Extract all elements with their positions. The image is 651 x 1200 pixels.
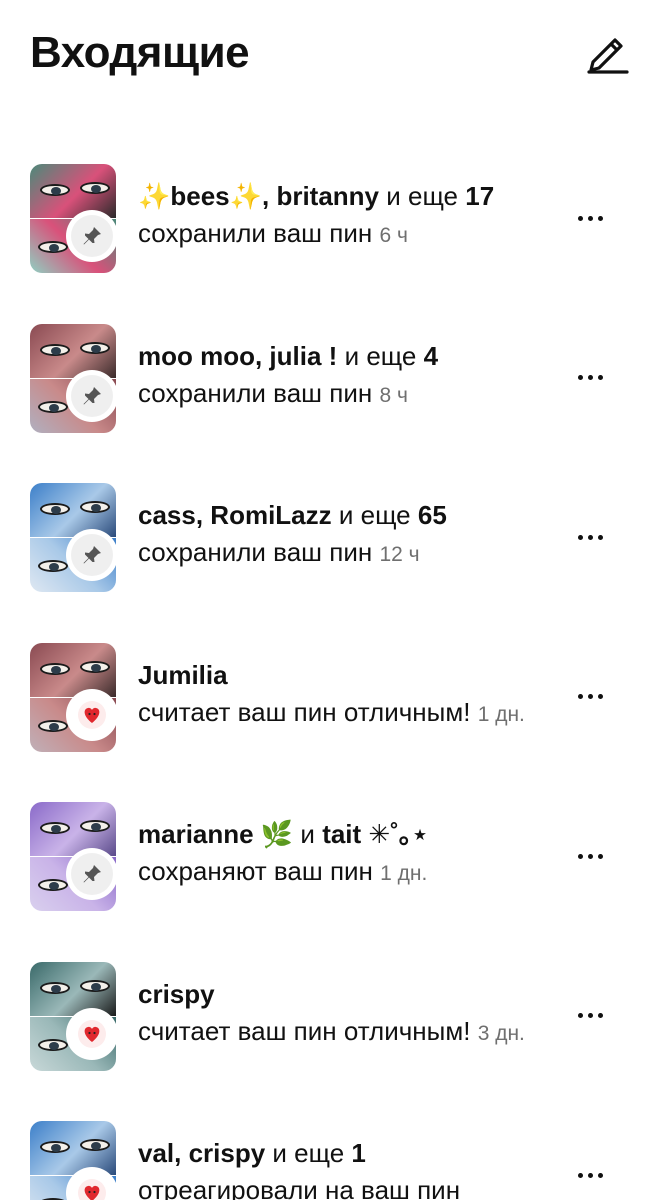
more-icon-dot: [587, 215, 593, 221]
badge: [66, 210, 118, 262]
more-options-button[interactable]: [566, 1157, 614, 1193]
timestamp: 6 ч: [379, 224, 408, 247]
notification-item[interactable]: moo moo, julia ! и еще 4 сохранили ваш п…: [0, 310, 651, 440]
more-icon-dot: [577, 694, 583, 699]
heart-icon: [78, 700, 106, 729]
action-text: отреагировали на ваш пин: [138, 1175, 461, 1200]
joiner-text: и еще: [265, 1138, 352, 1168]
more-options-button[interactable]: [566, 519, 614, 555]
timestamp: 3 дн.: [477, 1021, 525, 1045]
joiner-text: и еще: [337, 340, 424, 371]
badge: [66, 529, 118, 581]
actor-names: cass, RomiLazz: [138, 500, 332, 530]
more-icon-dot: [577, 1013, 583, 1018]
more-icon-dot: [597, 215, 603, 221]
notification-item[interactable]: ✨bees✨, britanny и еще 17 сохранили ваш …: [0, 150, 651, 280]
notification-item[interactable]: crispy считает ваш пин отличным! 3 дн.: [0, 948, 651, 1078]
notification-item[interactable]: Jumilia считает ваш пин отличным! 1 дн.: [0, 629, 651, 759]
pin-icon: [83, 865, 101, 883]
action-text: сохранили ваш пин: [138, 377, 373, 408]
more-options-button[interactable]: [566, 998, 614, 1034]
more-options-button[interactable]: [566, 838, 614, 874]
notification-text: val, crispy и еще 1 отреагировали на ваш…: [138, 1135, 558, 1200]
more-icon-dot: [597, 1172, 603, 1178]
notification-text: marianne 🌿 и tait ✳︎˚｡⋆ сохраняют ваш пи…: [138, 816, 558, 892]
heart-icon: [78, 1179, 106, 1200]
action-text: считает ваш пин отличным!: [138, 696, 471, 727]
inbox-header: Входящие: [0, 0, 651, 110]
others-count: 4: [423, 340, 439, 371]
actor-names: crispy: [138, 978, 215, 1009]
more-icon-dot: [587, 853, 593, 859]
action-text: сохранили ваш пин: [138, 537, 373, 567]
notification-item[interactable]: val, crispy и еще 1 отреагировали на ваш…: [0, 1107, 651, 1200]
more-icon-dot: [597, 853, 603, 859]
more-icon-dot: [577, 375, 583, 380]
timestamp: 1 дн.: [477, 702, 525, 726]
action-text: считает ваш пин отличным!: [138, 1015, 471, 1046]
more-icon-dot: [597, 1013, 603, 1018]
others-count: 1: [351, 1138, 366, 1168]
more-icon-dot: [577, 215, 583, 221]
badge: [66, 1007, 118, 1060]
timestamp: 1 дн.: [380, 862, 428, 885]
notification-text: Jumilia считает ваш пин отличным! 1 дн.: [138, 657, 558, 733]
heart-icon: [78, 1019, 106, 1048]
pin-icon: [83, 546, 101, 564]
more-options-button[interactable]: [566, 360, 614, 396]
more-options-button[interactable]: [566, 679, 614, 715]
pencil-icon: [587, 38, 629, 74]
timestamp: 8 ч: [379, 383, 408, 407]
timestamp: 12 ч: [379, 543, 420, 566]
notification-text: cass, RomiLazz и еще 65 сохранили ваш пи…: [138, 497, 558, 573]
actor-names: Jumilia: [138, 659, 228, 690]
compose-button[interactable]: [582, 30, 632, 76]
action-text: сохранили ваш пин: [138, 218, 373, 248]
more-options-button[interactable]: [566, 200, 614, 236]
notification-item[interactable]: cass, RomiLazz и еще 65 сохранили ваш пи…: [0, 469, 651, 599]
actor-names: ✨bees✨, britanny: [138, 181, 380, 211]
notification-item[interactable]: marianne 🌿 и tait ✳︎˚｡⋆ сохраняют ваш пи…: [0, 788, 651, 918]
more-icon-dot: [577, 853, 583, 859]
more-icon-dot: [597, 534, 603, 540]
badge: [66, 688, 118, 741]
page-title: Входящие: [30, 28, 250, 77]
others-count: 65: [417, 500, 447, 530]
actor-names: val, crispy: [138, 1138, 266, 1168]
pin-icon: [83, 227, 101, 245]
more-icon-dot: [587, 375, 593, 380]
pin-icon: [83, 386, 101, 404]
more-icon-dot: [577, 534, 583, 540]
others-count: 17: [465, 181, 495, 211]
joiner-text: и еще: [379, 181, 466, 211]
notification-text: moo moo, julia ! и еще 4 сохранили ваш п…: [138, 338, 558, 414]
more-icon-dot: [577, 1172, 583, 1178]
badge: [66, 369, 118, 422]
more-icon-dot: [587, 534, 593, 540]
joiner-text: и еще: [331, 500, 418, 530]
others-count: tait ✳︎˚｡⋆: [322, 819, 429, 849]
notification-text: ✨bees✨, britanny и еще 17 сохранили ваш …: [138, 178, 558, 254]
joiner-text: и: [293, 819, 323, 849]
more-icon-dot: [597, 694, 603, 699]
actor-names: marianne 🌿: [138, 819, 294, 849]
badge: [66, 848, 118, 900]
notification-text: crispy считает ваш пин отличным! 3 дн.: [138, 976, 558, 1052]
more-icon-dot: [587, 1172, 593, 1178]
actor-names: moo moo, julia !: [138, 340, 338, 371]
more-icon-dot: [597, 375, 603, 380]
more-icon-dot: [587, 1013, 593, 1018]
more-icon-dot: [587, 694, 593, 699]
action-text: сохраняют ваш пин: [138, 856, 373, 886]
